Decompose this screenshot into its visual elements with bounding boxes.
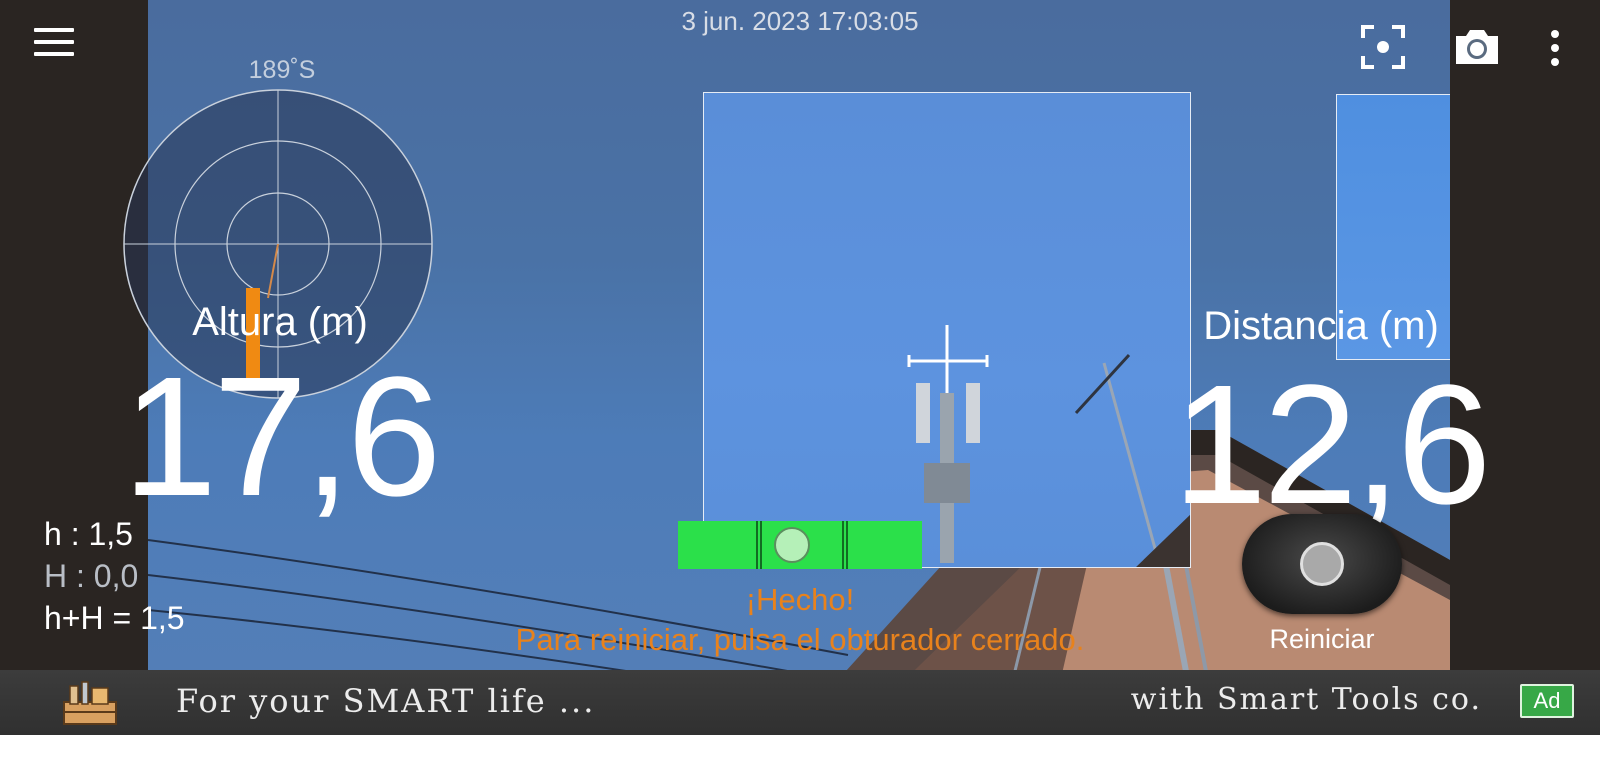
distance-label: Distancia (m): [1203, 304, 1439, 348]
ad-left-text: For your SMART life ...: [176, 682, 596, 720]
distance-value: 12,6: [1172, 350, 1492, 540]
reset-label[interactable]: Reiniciar: [1222, 624, 1422, 655]
shutter-button[interactable]: [1242, 514, 1402, 614]
height-value: 17,6: [122, 342, 442, 532]
height-label: Altura (m): [192, 300, 368, 344]
ad-right-text: with Smart Tools co.: [1130, 682, 1482, 717]
shutter-dot: [1300, 542, 1344, 586]
preview-tower-image: [907, 325, 1190, 567]
ad-badge: Ad: [1520, 684, 1574, 718]
menu-icon[interactable]: [34, 28, 74, 60]
ad-banner[interactable]: For your SMART life ... with Smart Tools…: [0, 670, 1600, 735]
focus-target-icon[interactable]: [1360, 24, 1406, 70]
main-preview-frame: [703, 92, 1191, 568]
toolbox-icon: [63, 681, 117, 725]
more-vert-icon[interactable]: [1544, 28, 1566, 68]
param-h: h : 1,5: [44, 516, 133, 552]
camera-icon[interactable]: [1452, 26, 1502, 68]
compass-heading: 189˚S: [248, 56, 316, 84]
app-screen: 3 jun. 2023 17:03:05 189˚S Altura (m) 17…: [0, 0, 1600, 735]
level-bubble: [774, 527, 810, 563]
